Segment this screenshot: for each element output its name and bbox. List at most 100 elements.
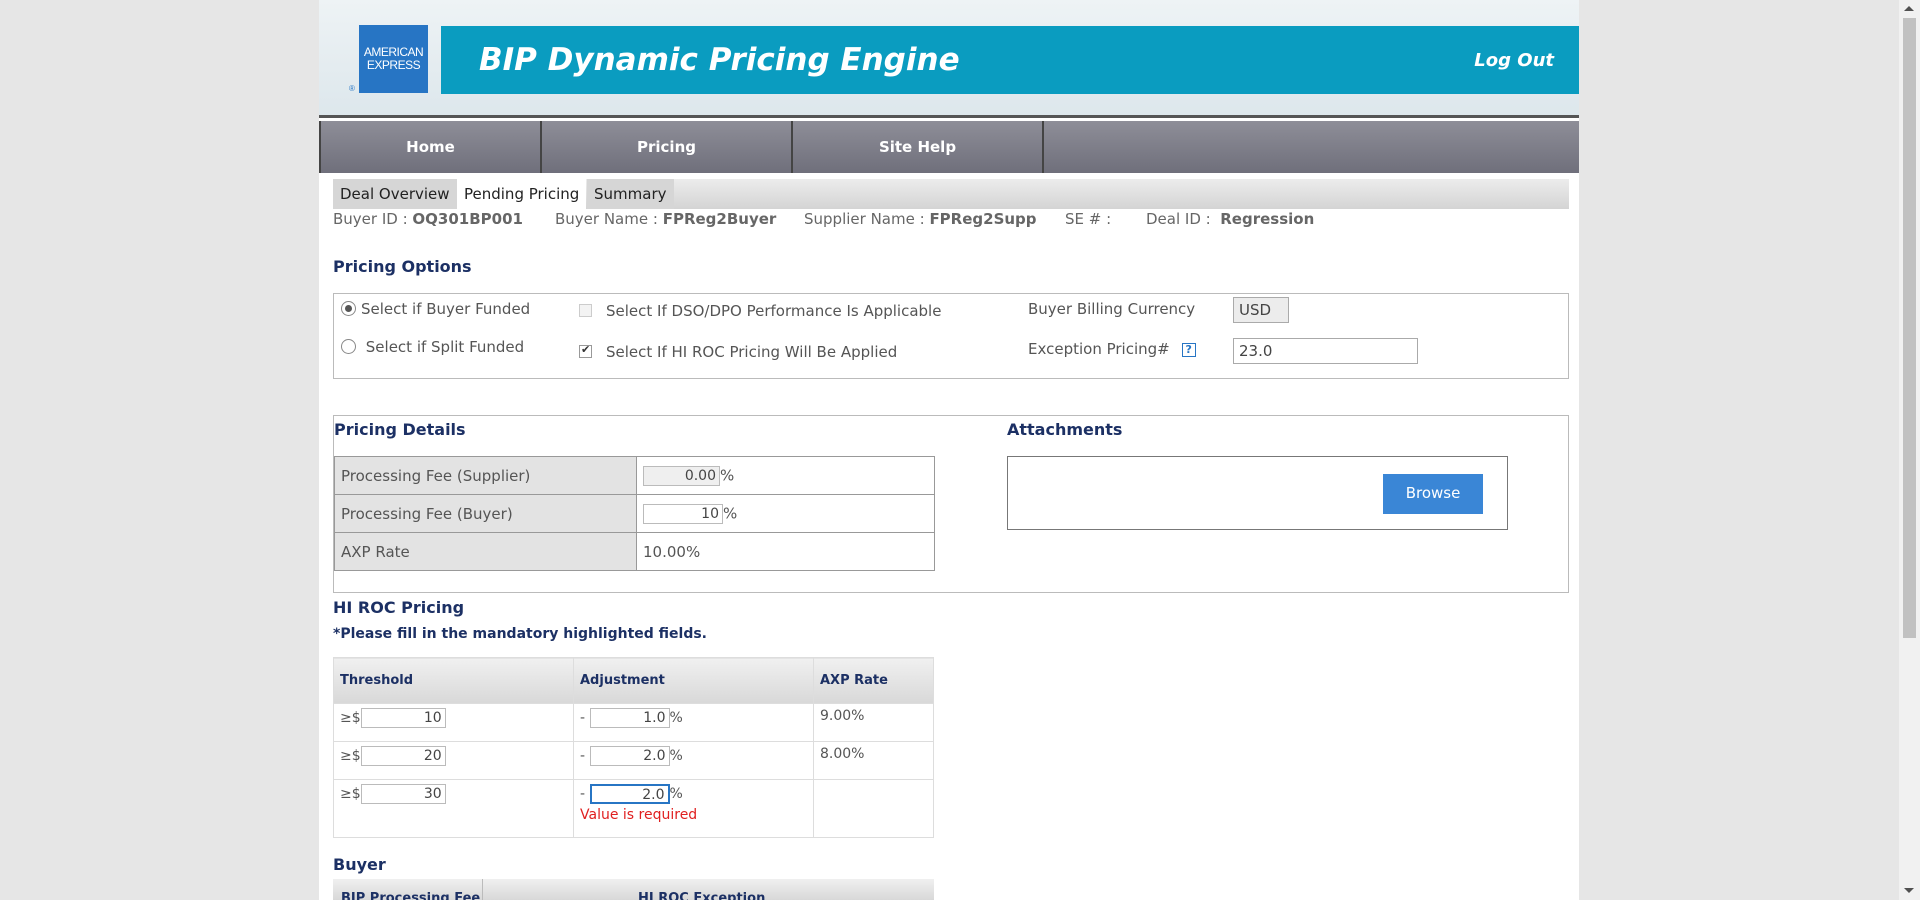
app-title: BIP Dynamic Pricing Engine <box>479 42 960 78</box>
se-number-label: SE # : <box>1065 210 1112 228</box>
logout-link[interactable]: Log Out <box>1474 50 1554 71</box>
pricing-details-table: Processing Fee (Supplier) 0.00% Processi… <box>334 456 935 571</box>
bip-processing-fee-header: BIP Processing Fee <box>341 891 481 900</box>
table-row: AXP Rate 10.00% <box>334 532 935 571</box>
buyer-section-title: Buyer <box>333 855 386 874</box>
split-funded-option[interactable]: Select if Split Funded <box>341 338 524 356</box>
processing-fee-supplier-cell: 0.00% <box>636 456 935 495</box>
tab-deal-overview[interactable]: Deal Overview <box>333 179 457 209</box>
scroll-thumb[interactable] <box>1903 18 1916 638</box>
page-container: AMERICAN EXPRESS ® BIP Dynamic Pricing E… <box>319 0 1579 900</box>
logo-text-line2: EXPRESS <box>366 58 421 72</box>
threshold-prefix: ≥$ <box>340 748 361 764</box>
scroll-up-arrow-icon[interactable] <box>1904 6 1914 11</box>
nav-pricing[interactable]: Pricing <box>542 121 793 173</box>
buyer-funded-radio[interactable] <box>341 301 356 316</box>
deal-id-info: Deal ID : Regression <box>1146 210 1314 228</box>
table-row: Processing Fee (Supplier) 0.00% <box>334 456 935 495</box>
hi-roc-checkbox[interactable] <box>579 343 592 358</box>
validation-error: Value is required <box>580 807 698 823</box>
supplier-name-value: FPReg2Supp <box>929 210 1037 228</box>
buyer-funded-option[interactable]: Select if Buyer Funded <box>341 300 530 318</box>
deal-id-label: Deal ID : <box>1146 210 1211 228</box>
vertical-scrollbar[interactable] <box>1899 0 1920 900</box>
pricing-options-title: Pricing Options <box>333 257 472 276</box>
threshold-cell: ≥$ 10 <box>333 703 574 742</box>
minus-sign: - <box>580 710 586 726</box>
processing-fee-supplier-input[interactable]: 0.00 <box>643 465 720 486</box>
mandatory-note: *Please fill in the mandatory highlighte… <box>333 626 707 642</box>
browse-button[interactable]: Browse <box>1383 474 1483 514</box>
threshold-prefix: ≥$ <box>340 710 361 726</box>
exception-pricing-input[interactable]: 23.0 <box>1233 338 1418 364</box>
buyer-name-value: FPReg2Buyer <box>662 210 777 228</box>
threshold-prefix: ≥$ <box>340 786 361 802</box>
nav-home[interactable]: Home <box>321 121 542 173</box>
tab-pending-pricing[interactable]: Pending Pricing <box>457 179 587 209</box>
adjustment-cell: - 1.0% <box>573 703 814 742</box>
registered-mark: ® <box>349 84 355 93</box>
dso-dpo-checkbox[interactable] <box>579 304 592 317</box>
nav-site-help[interactable]: Site Help <box>793 121 1044 173</box>
buyer-name-info: Buyer Name : FPReg2Buyer <box>555 210 776 228</box>
table-row: ≥$ 10 - 1.0% 9.00% <box>333 703 934 742</box>
threshold-input[interactable]: 20 <box>360 746 446 766</box>
buyer-name-label: Buyer Name : <box>555 210 658 228</box>
axp-rate-cell: 9.00% <box>813 703 934 742</box>
adjustment-cell: - 2.0% <box>573 741 814 780</box>
supplier-name-info: Supplier Name : FPReg2Supp <box>804 210 1037 228</box>
processing-fee-buyer-input[interactable]: 10 <box>643 503 723 524</box>
percent-suffix: % <box>723 504 738 522</box>
processing-fee-buyer-cell: 10% <box>636 494 935 533</box>
split-funded-radio[interactable] <box>341 339 356 354</box>
threshold-header: Threshold <box>333 657 574 704</box>
hi-roc-table: Threshold Adjustment AXP Rate ≥$ 10 - 1.0… <box>333 657 934 838</box>
percent-suffix: % <box>669 748 683 764</box>
adjustment-input[interactable]: 2.0 <box>589 746 670 766</box>
axp-rate-cell: 8.00% <box>813 741 934 780</box>
axp-rate-value: 10.00% <box>636 532 935 571</box>
billing-currency-label: Buyer Billing Currency <box>1028 300 1196 318</box>
buyer-table-header: BIP Processing Fee HI ROC Exception <box>333 879 934 900</box>
axp-rate-header: AXP Rate <box>813 657 934 704</box>
exception-pricing-label: Exception Pricing# <box>1028 340 1170 358</box>
header: AMERICAN EXPRESS ® BIP Dynamic Pricing E… <box>319 0 1579 118</box>
pricing-details-title: Pricing Details <box>334 420 466 439</box>
split-funded-label: Select if Split Funded <box>365 338 525 356</box>
percent-suffix: % <box>669 710 683 726</box>
title-banner: BIP Dynamic Pricing Engine Log Out <box>441 26 1579 94</box>
main-nav: Home Pricing Site Help <box>319 121 1579 173</box>
table-header-row: Threshold Adjustment AXP Rate <box>333 657 934 704</box>
exception-pricing-row: Exception Pricing#? <box>1028 340 1196 358</box>
threshold-cell: ≥$ 30 <box>333 779 574 838</box>
amex-logo: AMERICAN EXPRESS ® <box>349 25 428 93</box>
percent-suffix: % <box>720 466 735 484</box>
axp-rate-label: AXP Rate <box>334 532 637 571</box>
scroll-down-arrow-icon[interactable] <box>1904 888 1914 893</box>
help-icon[interactable]: ? <box>1181 343 1196 357</box>
threshold-input[interactable]: 10 <box>360 708 446 728</box>
adjustment-input-focused[interactable]: 2.0 <box>589 784 670 804</box>
buyer-id-label: Buyer ID : <box>333 210 408 228</box>
processing-fee-supplier-label: Processing Fee (Supplier) <box>334 456 637 495</box>
tab-bar: Deal Overview Pending Pricing Summary <box>333 179 1569 209</box>
minus-sign: - <box>580 748 586 764</box>
adjustment-header: Adjustment <box>573 657 814 704</box>
threshold-input[interactable]: 30 <box>360 784 446 804</box>
buyer-id-value: OQ301BP001 <box>412 210 523 228</box>
billing-currency-field[interactable]: USD <box>1233 297 1289 323</box>
axp-rate-cell <box>813 779 934 838</box>
buyer-funded-label: Select if Buyer Funded <box>361 300 531 318</box>
minus-sign: - <box>580 786 586 802</box>
supplier-name-label: Supplier Name : <box>804 210 925 228</box>
hi-roc-option[interactable]: Select If HI ROC Pricing Will Be Applied <box>579 343 897 361</box>
tab-summary[interactable]: Summary <box>587 179 674 209</box>
hi-roc-title: HI ROC Pricing <box>333 598 465 617</box>
adjustment-cell: - 2.0% Value is required <box>573 779 814 838</box>
adjustment-input[interactable]: 1.0 <box>589 708 670 728</box>
table-row: ≥$ 20 - 2.0% 8.00% <box>333 741 934 780</box>
threshold-cell: ≥$ 20 <box>333 741 574 780</box>
buyer-id-info: Buyer ID : OQ301BP001 <box>333 210 523 228</box>
table-row: Processing Fee (Buyer) 10% <box>334 494 935 533</box>
dso-dpo-option: Select If DSO/DPO Performance Is Applica… <box>579 302 941 320</box>
